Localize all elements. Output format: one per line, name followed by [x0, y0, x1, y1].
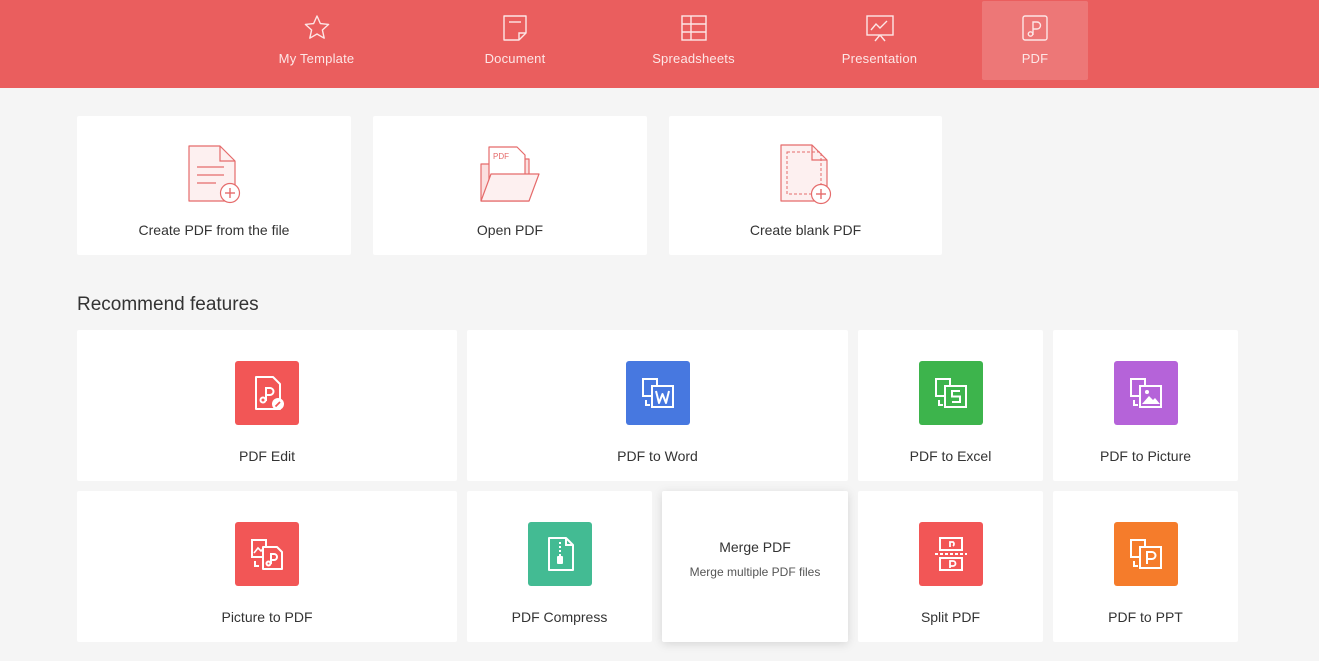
- tab-spreadsheets[interactable]: Spreadsheets: [644, 1, 743, 80]
- create-pdf-from-file-card[interactable]: Create PDF from the file: [77, 116, 351, 255]
- picture-to-pdf-card[interactable]: Picture to PDF: [77, 491, 457, 642]
- pdf-edit-card[interactable]: PDF Edit: [77, 330, 457, 481]
- top-nav-bar: My Template Document Spreadsheets Presen…: [0, 0, 1319, 88]
- pdf-compress-card[interactable]: PDF Compress: [467, 491, 652, 642]
- recommend-features-title: Recommend features: [77, 294, 259, 315]
- merge-pdf-card[interactable]: Merge PDF Merge multiple PDF files: [662, 491, 848, 642]
- presentation-icon: [865, 15, 894, 42]
- tab-label: My Template: [278, 51, 355, 66]
- card-label: PDF to Excel: [909, 448, 992, 464]
- tab-my-template[interactable]: My Template: [266, 1, 367, 80]
- pdf-to-picture-icon: [1113, 361, 1178, 425]
- card-label: Create blank PDF: [749, 222, 862, 238]
- folder-pdf-icon: PDF: [480, 146, 540, 202]
- card-label: Picture to PDF: [221, 609, 313, 625]
- open-pdf-card[interactable]: PDF Open PDF: [373, 116, 647, 255]
- create-blank-pdf-card[interactable]: Create blank PDF: [669, 116, 942, 255]
- pdf-icon: [1022, 15, 1048, 41]
- tab-label: PDF: [1021, 51, 1049, 66]
- pdf-to-word-icon: [625, 361, 690, 425]
- pdf-to-excel-card[interactable]: PDF to Excel: [858, 330, 1043, 481]
- merge-pdf-title: Merge PDF: [719, 539, 791, 555]
- card-label: PDF Compress: [511, 609, 608, 625]
- card-label: Split PDF: [920, 609, 981, 625]
- merge-pdf-description: Merge multiple PDF files: [689, 565, 821, 579]
- tab-label: Spreadsheets: [652, 51, 735, 66]
- pdf-to-excel-icon: [918, 361, 983, 425]
- pdf-to-ppt-icon: [1113, 522, 1178, 586]
- card-label: PDF to Word: [617, 448, 698, 464]
- blank-file-plus-icon: [780, 144, 832, 205]
- picture-to-pdf-icon: [235, 522, 299, 586]
- split-pdf-icon: [918, 522, 983, 586]
- folder-pdf-text: PDF: [493, 152, 509, 161]
- document-icon: [503, 15, 527, 41]
- pdf-to-word-card[interactable]: PDF to Word: [467, 330, 848, 481]
- card-label: Open PDF: [476, 222, 544, 238]
- pdf-compress-icon: [527, 522, 592, 586]
- split-pdf-card[interactable]: Split PDF: [858, 491, 1043, 642]
- card-label: PDF Edit: [238, 448, 295, 464]
- tab-document[interactable]: Document: [472, 1, 558, 80]
- pdf-edit-icon: [235, 361, 299, 425]
- tab-presentation[interactable]: Presentation: [832, 1, 927, 80]
- tab-label: Presentation: [841, 51, 918, 66]
- spreadsheet-icon: [680, 15, 707, 41]
- card-label: PDF to PPT: [1108, 609, 1183, 625]
- pdf-to-picture-card[interactable]: PDF to Picture: [1053, 330, 1238, 481]
- tab-label: Document: [484, 51, 546, 66]
- card-label: PDF to Picture: [1099, 448, 1192, 464]
- card-label: Create PDF from the file: [138, 222, 290, 238]
- star-icon: [304, 15, 329, 39]
- tab-pdf[interactable]: PDF: [982, 1, 1088, 80]
- pdf-to-ppt-card[interactable]: PDF to PPT: [1053, 491, 1238, 642]
- file-plus-icon: [188, 145, 241, 204]
